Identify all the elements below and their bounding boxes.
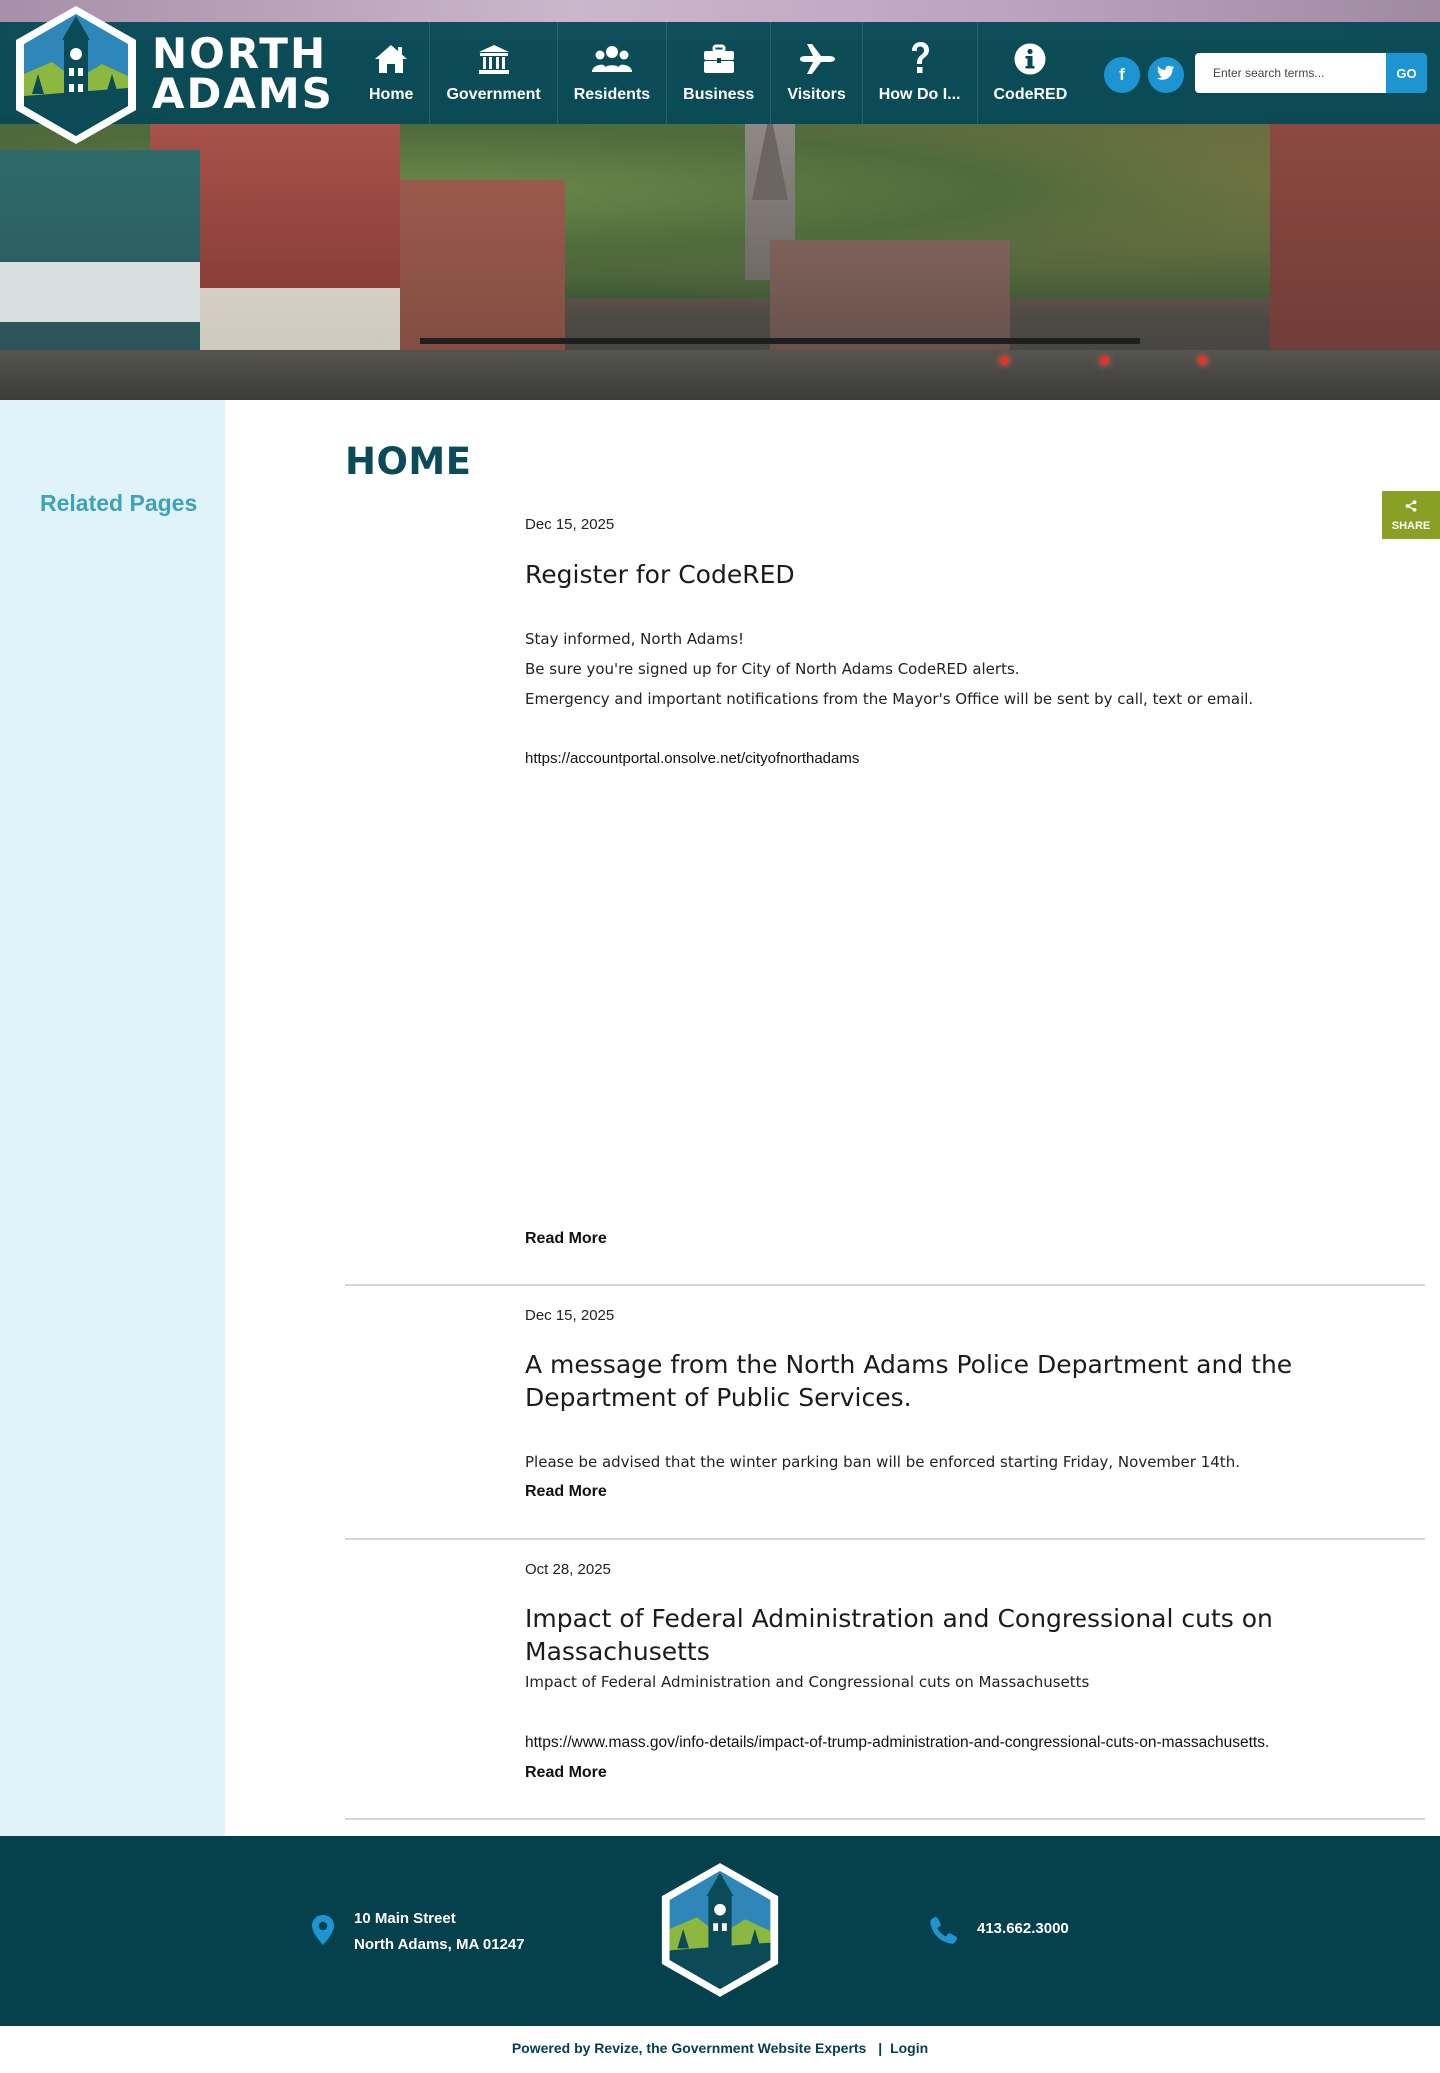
map-pin-icon	[310, 1914, 336, 1951]
facebook-icon: f	[1119, 65, 1125, 84]
nav-label-visitors: Visitors	[787, 86, 846, 103]
news-link[interactable]: https://accountportal.onsolve.net/cityof…	[525, 750, 1415, 767]
info-icon	[1013, 40, 1047, 78]
nav-item-business[interactable]: Business	[667, 22, 772, 124]
phone-icon	[928, 1914, 960, 1951]
news-paragraph: Stay informed, North Adams!	[525, 630, 745, 648]
nav-label-home: Home	[369, 86, 414, 103]
news-title[interactable]: Register for CodeRED	[525, 558, 1415, 591]
nav-item-visitors[interactable]: Visitors	[771, 22, 863, 124]
nav-label-how-do-i: How Do I...	[878, 86, 961, 103]
site-name-line2: ADAMS	[152, 69, 334, 118]
bottom-bar: Powered by Revize, the Government Websit…	[0, 2026, 1440, 2073]
news-date: Dec 15, 2025	[525, 516, 615, 533]
news-item: Oct 28, 2025 Impact of Federal Administr…	[345, 1540, 1425, 1820]
airplane-icon	[798, 40, 836, 78]
nav-item-residents[interactable]: Residents	[558, 22, 668, 124]
address-line1: 10 Main Street	[354, 1910, 456, 1927]
nav-item-home[interactable]: Home	[353, 22, 431, 124]
read-more-link[interactable]: Read More	[525, 1764, 607, 1782]
nav-item-government[interactable]: Government	[430, 22, 558, 124]
news-date: Oct 28, 2025	[525, 1561, 611, 1578]
read-more-link[interactable]: Read More	[525, 1483, 607, 1501]
search-go-button[interactable]: GO	[1386, 53, 1427, 93]
address-line2: North Adams, MA 01247	[354, 1936, 525, 1953]
home-icon	[373, 40, 409, 78]
site-footer: 10 Main Street North Adams, MA 01247 413…	[0, 1836, 1440, 2026]
site-name: NORTH ADAMS	[152, 29, 334, 118]
twitter-icon	[1157, 65, 1175, 86]
people-icon	[591, 40, 633, 78]
search-bar: GO	[1195, 53, 1427, 93]
government-building-icon	[477, 40, 511, 78]
nav-label-codered: CodeRED	[993, 86, 1068, 103]
news-paragraph: Please be advised that the winter parkin…	[525, 1453, 1240, 1471]
site-name-line1: NORTH	[152, 29, 328, 78]
nav-label-residents: Residents	[573, 86, 651, 103]
related-pages-heading: Related Pages	[40, 490, 198, 516]
login-link[interactable]: Login	[890, 2040, 928, 2056]
facebook-link[interactable]: f	[1104, 57, 1140, 93]
news-paragraph: Impact of Federal Administration and Con…	[525, 1673, 1090, 1691]
powered-by-link[interactable]: Powered by Revize, the Government Websit…	[512, 2040, 867, 2056]
news-link[interactable]: https://www.mass.gov/info-details/impact…	[525, 1734, 1415, 1752]
footer-phone[interactable]: 413.662.3000	[977, 1920, 1069, 1937]
search-input[interactable]	[1195, 53, 1386, 93]
nav-item-how-do-i[interactable]: How Do I...	[863, 22, 978, 124]
news-title[interactable]: Impact of Federal Administration and Con…	[525, 1602, 1415, 1668]
nav-label-government: Government	[446, 86, 541, 103]
main-navigation: Home Government Residents Business Visit…	[353, 22, 1083, 124]
footer-address: 10 Main Street North Adams, MA 01247	[354, 1906, 525, 1958]
site-logo[interactable]	[12, 4, 140, 146]
nav-item-codered[interactable]: CodeRED	[978, 22, 1084, 124]
news-paragraph: Emergency and important notifications fr…	[525, 690, 1254, 708]
news-item: Dec 15, 2025 A message from the North Ad…	[345, 1286, 1425, 1540]
news-paragraph: Be sure you're signed up for City of Nor…	[525, 660, 1020, 678]
read-more-link[interactable]: Read More	[525, 1230, 607, 1248]
footer-logo	[658, 1860, 782, 2000]
briefcase-icon	[702, 40, 736, 78]
question-mark-icon	[908, 40, 932, 78]
news-title[interactable]: A message from the North Adams Police De…	[525, 1348, 1415, 1414]
news-date: Dec 15, 2025	[525, 1307, 615, 1324]
news-item: Dec 15, 2025 Register for CodeRED Stay i…	[345, 505, 1425, 1286]
sidebar: Related Pages	[0, 400, 225, 1836]
footer-separator: |	[878, 2040, 883, 2056]
nav-label-business: Business	[683, 86, 755, 103]
page-title: HOME	[345, 440, 472, 483]
twitter-link[interactable]	[1148, 57, 1184, 93]
